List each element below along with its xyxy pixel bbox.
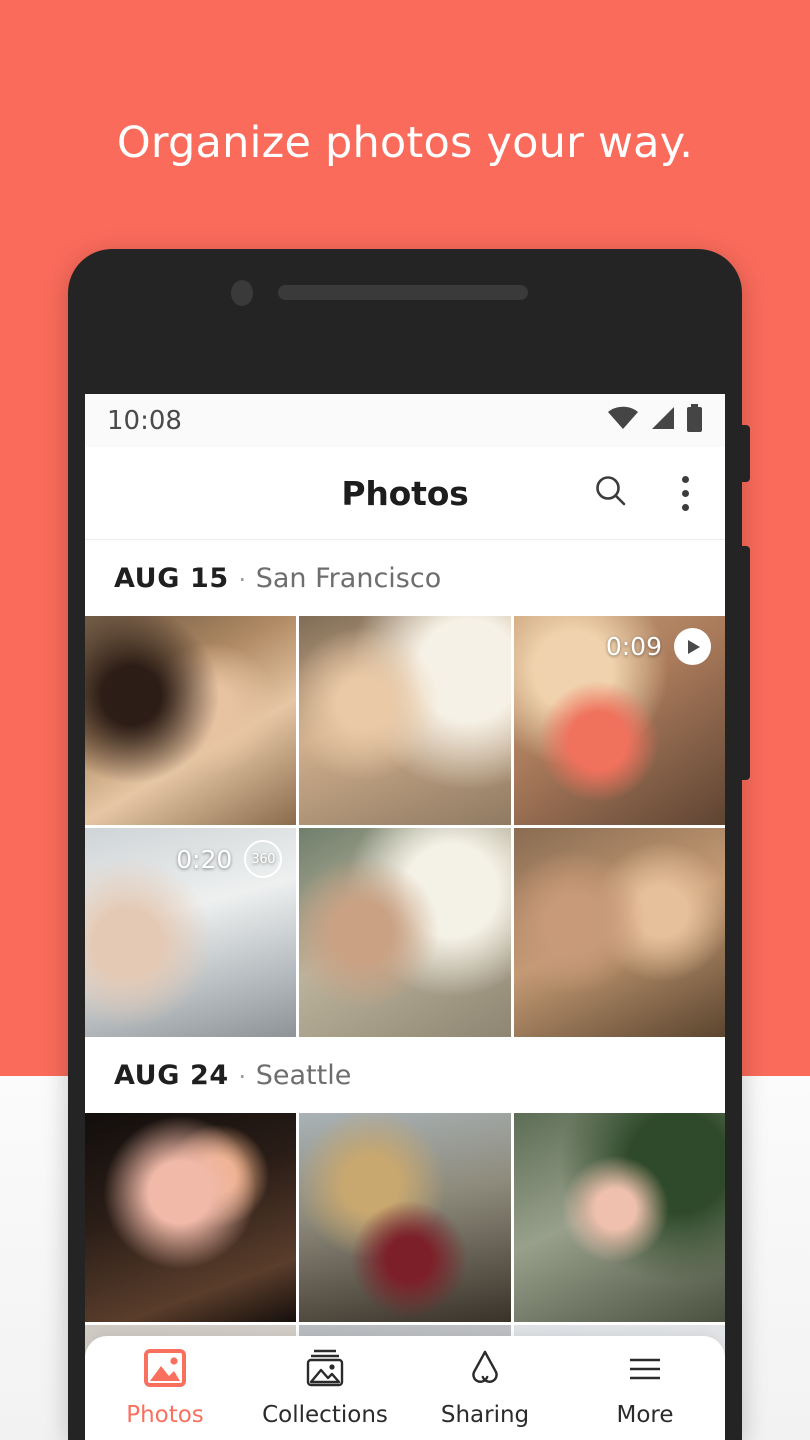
search-button[interactable] [589, 471, 633, 515]
photo-image [513, 1113, 725, 1322]
photo-image [299, 1113, 511, 1322]
photo-thumbnail[interactable] [299, 1113, 511, 1322]
photo-grid-aug-15: 0:09 0:20 360 [85, 616, 725, 1037]
nav-item-more[interactable]: More [565, 1336, 725, 1440]
section-date: AUG 15 [114, 562, 229, 594]
photo-thumbnail[interactable] [299, 616, 511, 825]
app-bar-actions [589, 471, 707, 515]
bottom-navigation-bar: Photos Collections Sharing More [85, 1336, 725, 1440]
sharing-icon [462, 1348, 508, 1393]
photo-thumbnail[interactable] [299, 828, 511, 1037]
status-bar-icons [607, 404, 703, 437]
photo-thumbnail[interactable] [513, 828, 725, 1037]
photo-image [85, 1113, 297, 1322]
nav-item-label: Sharing [440, 1402, 530, 1428]
section-separator: · [237, 562, 247, 593]
photo-image [513, 828, 725, 1037]
photo-image [299, 616, 511, 825]
photo-image [299, 828, 511, 1037]
photo-image [85, 616, 297, 825]
phone-screen: 10:08 Photos AUG 15 · San Francisco 0:09… [85, 394, 725, 1440]
photo-thumbnail[interactable] [513, 1113, 725, 1322]
photo-thumbnail[interactable] [85, 616, 297, 825]
status-bar-time: 10:08 [107, 405, 182, 436]
more-hamburger-icon [622, 1348, 668, 1393]
nav-item-photos[interactable]: Photos [85, 1336, 245, 1440]
video-duration-label: 0:09 [605, 632, 662, 661]
battery-icon [686, 404, 703, 437]
section-place: Seattle [255, 1059, 352, 1091]
play-icon[interactable] [673, 628, 711, 665]
video-360-badge: 0:20 360 [176, 840, 283, 878]
app-bar: Photos [85, 447, 725, 540]
promo-headline: Organize photos your way. [116, 118, 694, 168]
nav-item-sharing[interactable]: Sharing [405, 1336, 565, 1440]
section-separator: · [237, 1059, 247, 1090]
collections-icon [302, 1348, 348, 1393]
video-duration-label: 0:20 [176, 844, 233, 874]
section-header-aug-15: AUG 15 · San Francisco [85, 540, 725, 616]
video-badge: 0:09 [606, 628, 711, 665]
wifi-icon [607, 405, 639, 436]
phone-device-frame: 10:08 Photos AUG 15 · San Francisco 0:09… [68, 249, 750, 1440]
360-icon: 360 [244, 840, 283, 878]
nav-item-label: Collections [262, 1402, 388, 1428]
search-icon [593, 473, 629, 514]
cellular-signal-icon [649, 405, 676, 436]
section-date: AUG 24 [114, 1059, 229, 1091]
power-button[interactable] [736, 425, 750, 482]
promo-screenshot: Organize photos your way. 10:08 Photos A… [0, 0, 810, 1440]
360-label: 360 [251, 851, 276, 867]
photos-icon [142, 1348, 188, 1393]
overflow-menu-button[interactable] [663, 471, 707, 515]
earpiece-speaker-icon [278, 285, 528, 300]
section-place: San Francisco [255, 562, 442, 594]
overflow-menu-icon [681, 475, 689, 511]
volume-button[interactable] [736, 546, 750, 780]
photo-thumbnail[interactable] [85, 1113, 297, 1322]
nav-item-collections[interactable]: Collections [245, 1336, 405, 1440]
nav-item-label: Photos [126, 1402, 204, 1428]
nav-item-label: More [616, 1402, 674, 1428]
photo-thumbnail-video[interactable]: 0:09 [513, 616, 725, 825]
photo-thumbnail-video-360[interactable]: 0:20 360 [85, 828, 297, 1037]
front-camera-dot-icon [231, 280, 253, 306]
status-bar: 10:08 [85, 394, 725, 447]
section-header-aug-24: AUG 24 · Seattle [85, 1037, 725, 1113]
